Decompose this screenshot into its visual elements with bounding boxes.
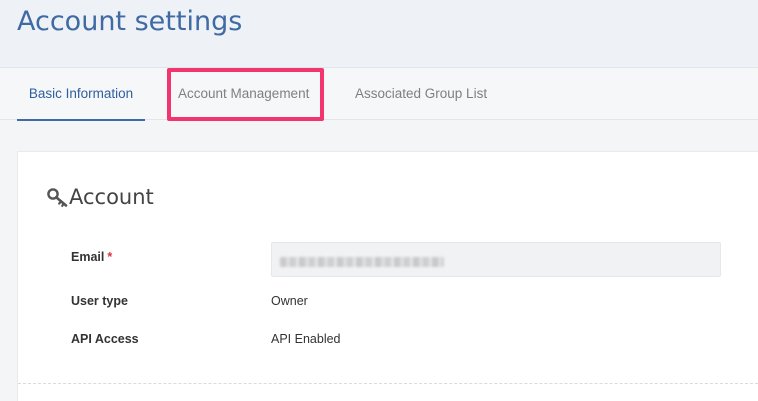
user-type-value: Owner (271, 294, 308, 308)
tab-associated-group-list[interactable]: Associated Group List (355, 68, 487, 120)
account-card: Account Email * User type Owner API Acces… (17, 151, 758, 401)
email-label-text: Email (71, 250, 105, 264)
page-header: Account settings (0, 0, 758, 68)
required-marker: * (107, 250, 113, 264)
tab-bar: Basic Information Account Management Ass… (0, 68, 758, 121)
page-title: Account settings (17, 6, 243, 37)
api-access-value: API Enabled (271, 332, 341, 346)
user-type-label: User type (71, 294, 128, 308)
api-access-label: API Access (71, 332, 139, 346)
section-title-text: Account (69, 185, 154, 209)
key-icon (46, 186, 70, 208)
tab-basic-information[interactable]: Basic Information (17, 68, 145, 121)
section-divider (18, 383, 758, 384)
tab-account-management[interactable]: Account Management (178, 68, 309, 120)
account-section-title: Account (46, 185, 154, 209)
email-label: Email * (71, 250, 112, 264)
email-field[interactable] (271, 242, 721, 277)
